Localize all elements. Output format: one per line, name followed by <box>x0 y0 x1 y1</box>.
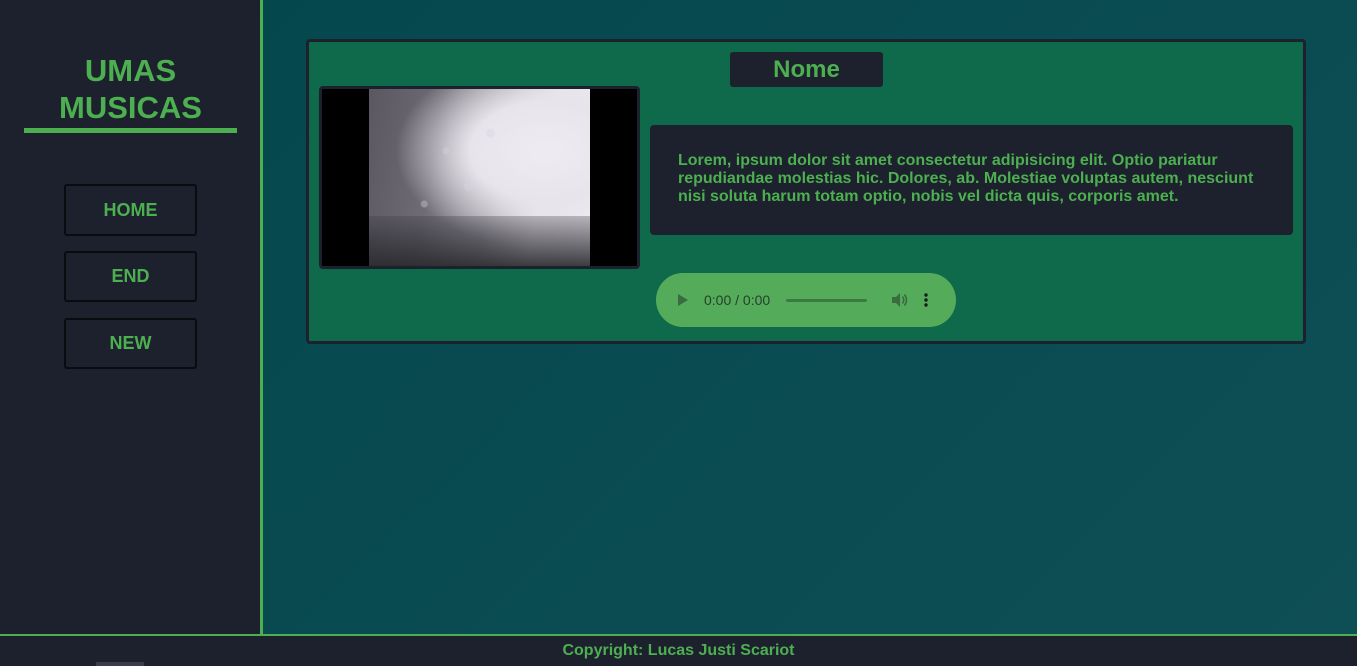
music-card: Nome Lorem, ipsum dolor sit amet consect… <box>306 39 1306 344</box>
description-box: Lorem, ipsum dolor sit amet consectetur … <box>650 125 1293 235</box>
horizontal-scrollbar[interactable] <box>96 662 144 666</box>
card-title: Nome <box>730 52 883 87</box>
logo-line-2: MUSICAS <box>59 90 202 125</box>
description-text: Lorem, ipsum dolor sit amet consectetur … <box>678 152 1254 205</box>
video-player[interactable] <box>319 86 640 269</box>
audio-progress-bar[interactable] <box>786 298 868 302</box>
logo: UMAS MUSICAS <box>24 52 237 133</box>
footer-copyright: Copyright: Lucas Justi Scariot <box>562 642 795 659</box>
sidebar: UMAS MUSICAS HOME END NEW <box>0 0 263 635</box>
video-frame-shade <box>369 216 590 266</box>
nav-end-button[interactable]: END <box>64 251 197 302</box>
more-options-icon[interactable] <box>923 292 929 308</box>
nav-new-button[interactable]: NEW <box>64 318 197 369</box>
volume-icon[interactable] <box>891 292 909 308</box>
footer: Copyright: Lucas Justi Scariot <box>0 634 1357 666</box>
audio-time: 0:00 / 0:00 <box>704 292 771 308</box>
audio-player: 0:00 / 0:00 <box>656 273 956 327</box>
play-icon[interactable] <box>678 294 688 306</box>
page: UMAS MUSICAS HOME END NEW Nome Lorem, ip… <box>0 0 1357 666</box>
nav-home-button[interactable]: HOME <box>64 184 197 236</box>
logo-line-1: UMAS <box>84 53 177 88</box>
